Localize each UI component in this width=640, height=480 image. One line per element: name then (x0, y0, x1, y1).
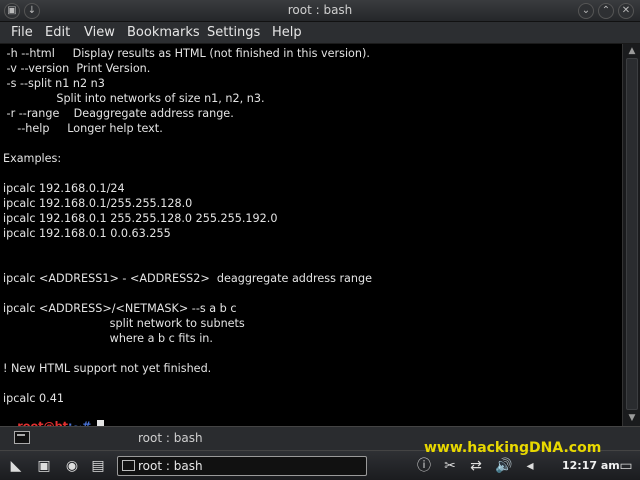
menu-view[interactable]: View (84, 25, 115, 40)
volume-icon[interactable]: 🔊 (494, 457, 514, 475)
kde-menu-icon[interactable]: ◣ (6, 457, 26, 475)
prompt-line[interactable]: root@bt:~# (3, 404, 105, 433)
menu-settings[interactable]: Settings (207, 25, 260, 40)
clock[interactable]: 12:17 am (562, 459, 620, 472)
terminal-line: ipcalc <ADDRESS>/<NETMASK> --s a b c (3, 302, 237, 315)
info-icon[interactable]: ⓘ (414, 457, 434, 475)
browser-launcher-icon[interactable]: ◉ (62, 457, 82, 475)
terminal-line: -r --range Deaggregate address range. (3, 107, 234, 120)
terminal-line: ipcalc 192.168.0.1/24 (3, 182, 125, 195)
menu-edit[interactable]: Edit (45, 25, 70, 40)
task-terminal-icon (122, 460, 135, 471)
terminal-line: ipcalc 192.168.0.1/255.255.128.0 (3, 197, 193, 210)
title-bar: ▣ ↓ root : bash ⌄ ⌃ ✕ (0, 0, 640, 22)
terminal-line: split network to subnets (3, 317, 245, 330)
task-label: root : bash (138, 459, 203, 473)
desktop-icon[interactable]: ▭ (616, 457, 636, 475)
terminal-line: -v --version Print Version. (3, 62, 151, 75)
tools-icon[interactable]: ✂ (440, 457, 460, 475)
terminal-output[interactable]: -h --html Display results as HTML (not f… (0, 44, 622, 433)
terminal-line: ipcalc 192.168.0.1 0.0.63.255 (3, 227, 171, 240)
task-root-bash[interactable]: root : bash (117, 456, 367, 476)
terminal-line: ! New HTML support not yet finished. (3, 362, 212, 375)
terminal-line: --help Longer help text. (3, 122, 163, 135)
terminal-line: ipcalc 192.168.0.1 255.255.128.0 255.255… (3, 212, 278, 225)
arrow-icon[interactable]: ◂ (520, 457, 540, 475)
files-launcher-icon[interactable]: ▤ (88, 457, 108, 475)
scroll-thumb[interactable] (626, 58, 638, 410)
terminal-line: Examples: (3, 152, 62, 165)
menu-bar: File Edit View Bookmarks Settings Help (0, 22, 640, 44)
network-icon[interactable]: ⇄ (466, 457, 486, 475)
terminal-line: where a b c fits in. (3, 332, 213, 345)
close-icon[interactable]: ✕ (618, 3, 634, 19)
terminal-launcher-icon[interactable]: ▣ (34, 457, 54, 475)
scroll-down-icon[interactable]: ▼ (626, 412, 638, 424)
window-title: root : bash (287, 3, 353, 17)
terminal-line: ipcalc <ADDRESS1> - <ADDRESS2> deaggrega… (3, 272, 372, 285)
terminal-scrollbar[interactable]: ▲ ▼ (622, 44, 640, 426)
new-tab-icon[interactable] (14, 431, 30, 444)
menu-bookmarks[interactable]: Bookmarks (127, 25, 200, 40)
scroll-up-icon[interactable]: ▲ (626, 45, 638, 57)
watermark: www.hackingDNA.com (424, 440, 602, 456)
terminal-line: -h --html Display results as HTML (not f… (3, 47, 370, 60)
terminal-line: -s --split n1 n2 n3 (3, 77, 105, 90)
menu-help[interactable]: Help (272, 25, 302, 40)
maximize-icon[interactable]: ⌃ (598, 3, 614, 19)
minimize-icon[interactable]: ⌄ (578, 3, 594, 19)
terminal-line: Split into networks of size n1, n2, n3. (3, 92, 265, 105)
tab-root-bash[interactable]: root : bash (138, 431, 203, 445)
menu-file[interactable]: File (11, 25, 33, 40)
